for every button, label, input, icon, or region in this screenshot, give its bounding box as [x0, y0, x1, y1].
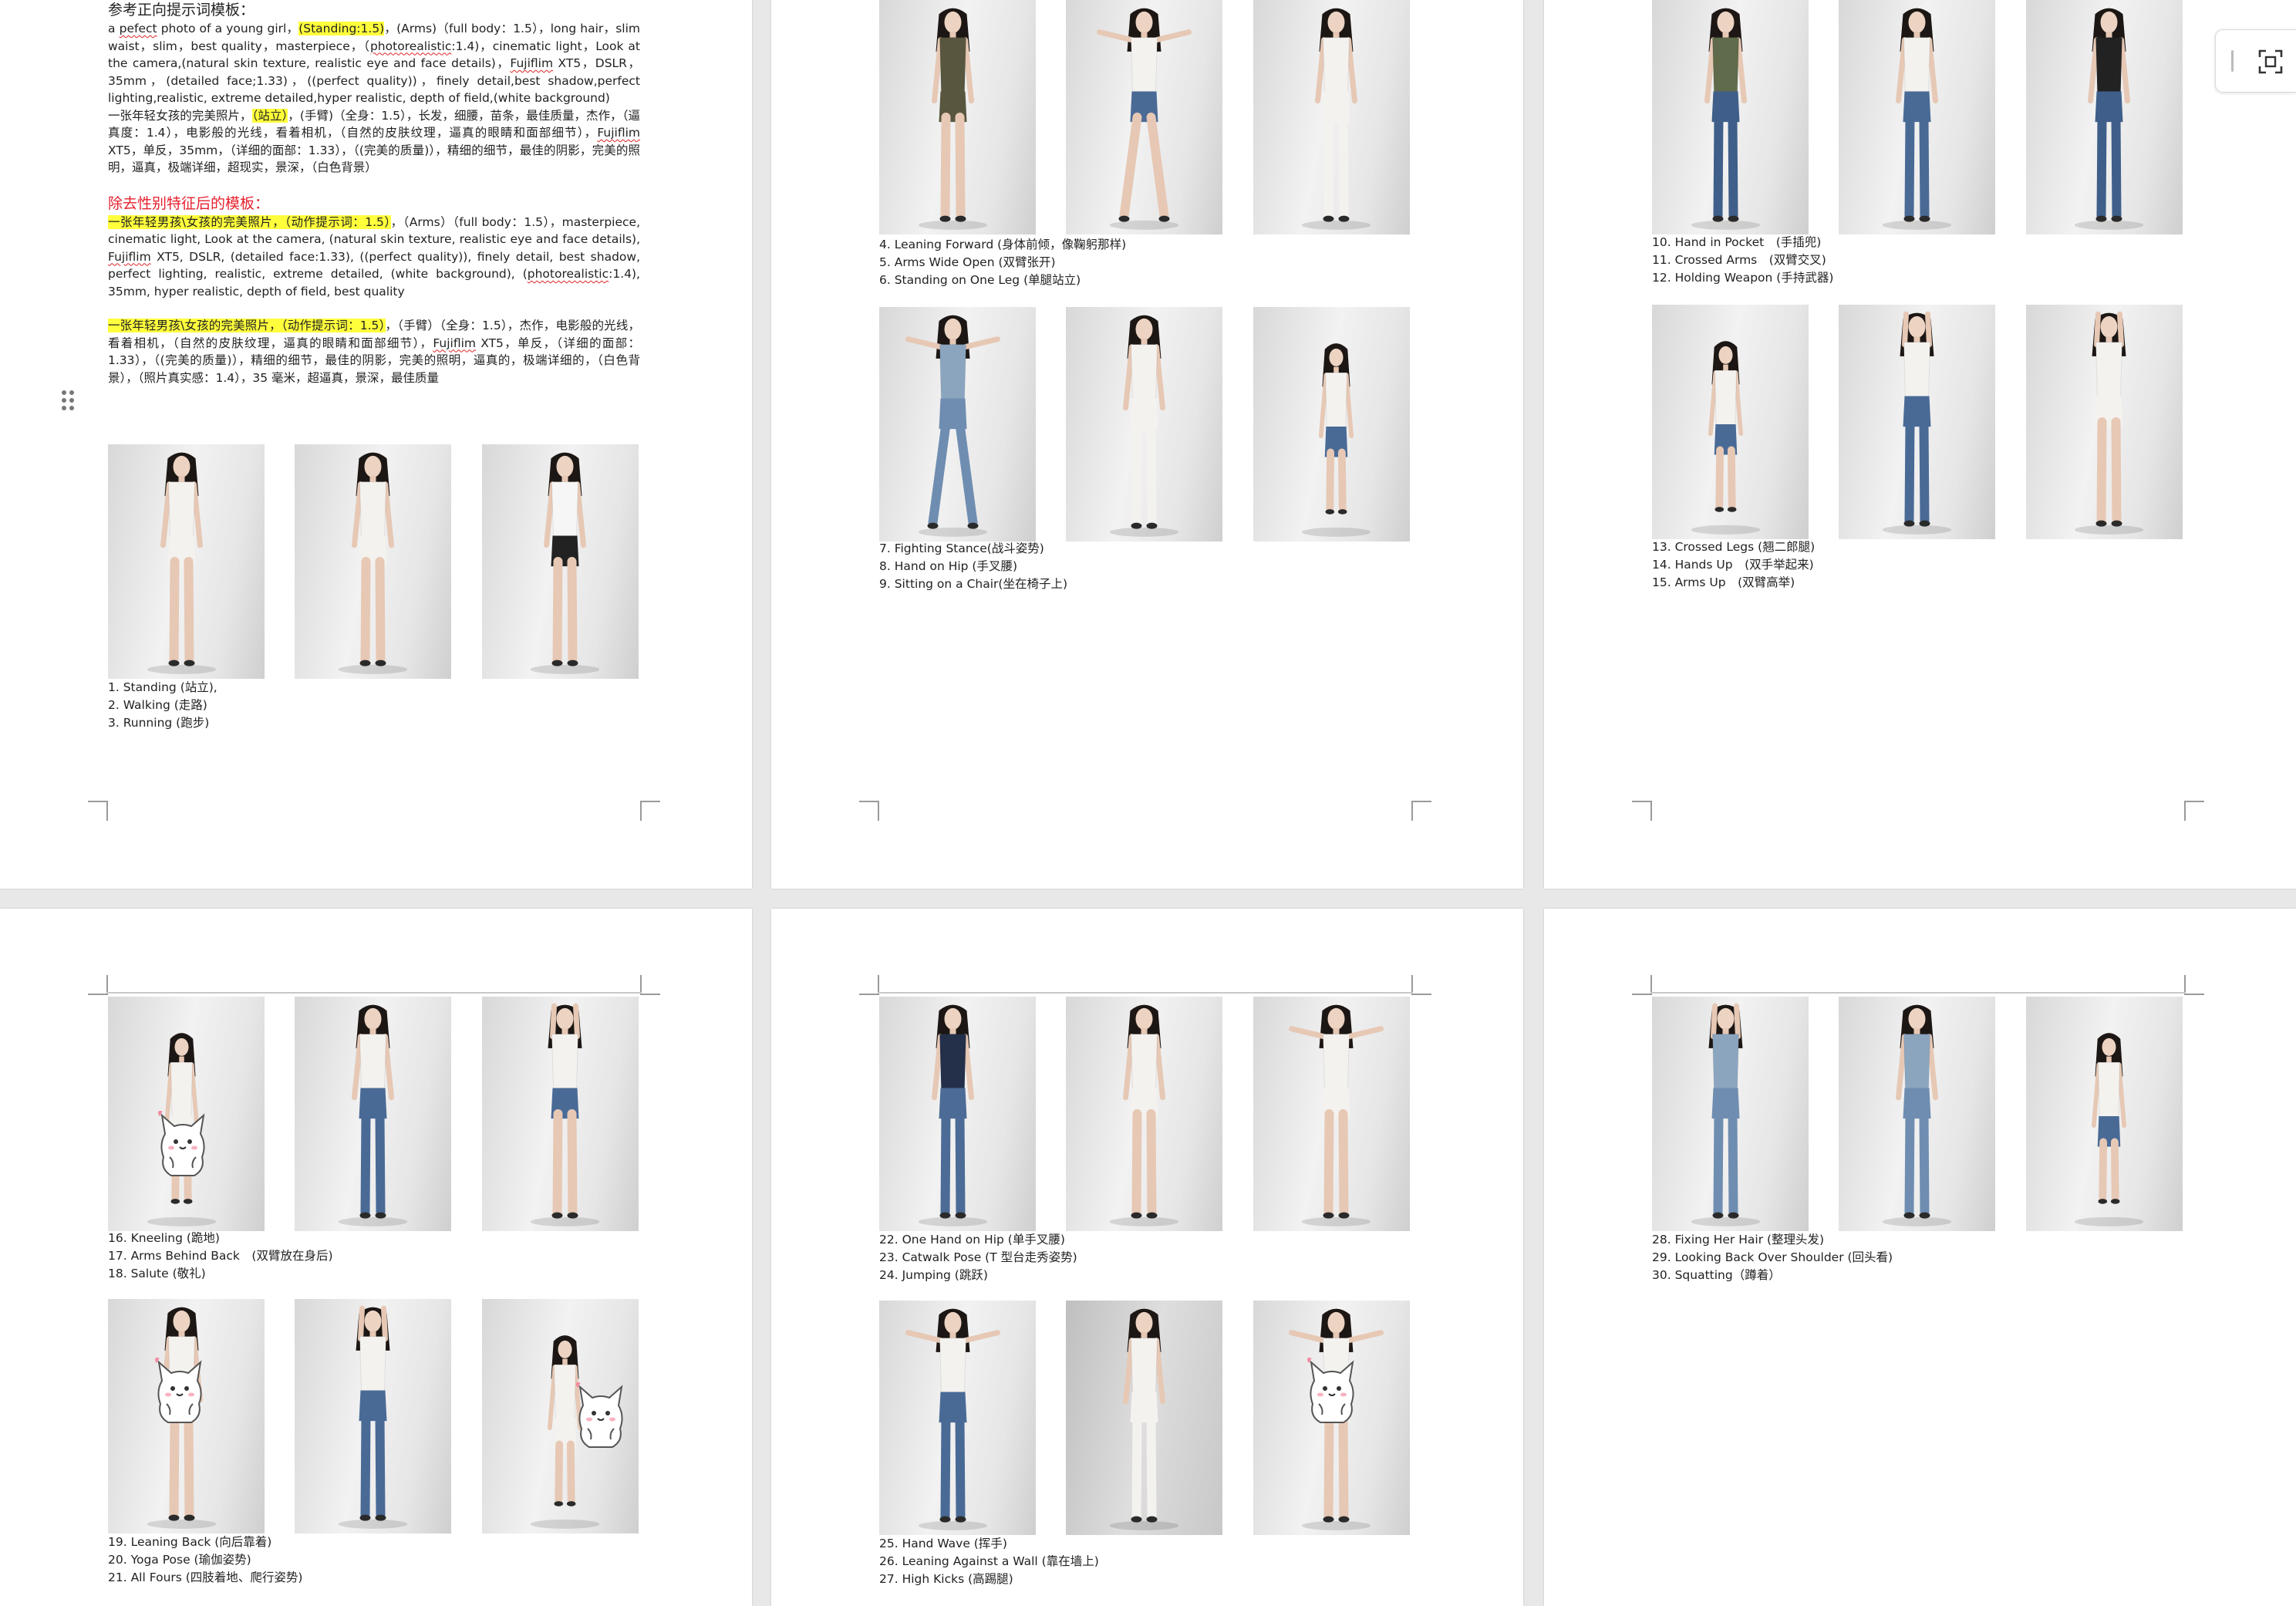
figure-illustration [1691, 341, 1761, 535]
margin-mark [640, 801, 660, 821]
cat-sticker-icon [575, 1382, 623, 1448]
photo-yoga-pose[interactable] [295, 1299, 451, 1533]
photo-leaning-forward[interactable] [879, 0, 1036, 234]
floating-toolbar [2215, 29, 2296, 93]
figure-illustration [905, 1308, 1000, 1530]
figure-illustration [1691, 8, 1761, 230]
figure-illustration [2074, 311, 2144, 535]
photo-squatting[interactable] [2026, 997, 2183, 1231]
page-5: 22. One Hand on Hip (单手叉腰) 23. Catwalk Po… [771, 909, 1523, 1606]
figure-illustration [1109, 1308, 1179, 1530]
margin-mark [859, 801, 879, 821]
chinese-positive-prompt: 一张年轻女孩的完美照片，（站立），(手臂)（全身：1.5），长发，细腰，苗条，最… [108, 108, 640, 174]
figure-illustration [1882, 311, 1952, 535]
english-neutral-prompt: 一张年轻男孩\女孩的完美照片，（动作提示词：1.5），（Arms）（full b… [108, 214, 640, 299]
figure-illustration [1289, 1004, 1384, 1226]
margin-mark [88, 801, 108, 821]
photo-looking-back[interactable] [1839, 997, 1995, 1231]
photo-hands-up[interactable] [1839, 305, 1995, 539]
figure-illustration [918, 8, 988, 230]
figure-illustration [1301, 343, 1371, 537]
header-line [1650, 992, 2186, 994]
prompt-text-block[interactable]: 参考正向提示词模板： a pefect photo of a young gir… [108, 0, 640, 386]
photo-salute[interactable] [482, 997, 639, 1231]
figure-illustration [338, 1004, 408, 1226]
figure-illustration [1109, 1004, 1179, 1226]
photo-hand-in-pocket[interactable] [1652, 0, 1809, 234]
figure-illustration [905, 315, 1000, 537]
cat-sticker-icon [157, 1111, 205, 1176]
margin-mark [2184, 975, 2204, 995]
margin-mark [88, 975, 108, 995]
neutral-template-title: 除去性别特征后的模板： [108, 194, 270, 212]
figure-illustration [530, 1003, 600, 1226]
photo-one-leg[interactable] [1253, 0, 1410, 234]
figure-illustration [1691, 1003, 1761, 1226]
caption-group-7: 19. Leaning Back (向后靠着) 20. Yoga Pose (瑜伽… [108, 1535, 303, 1584]
margin-mark [1632, 975, 1652, 995]
caption-group-6: 16. Kneeling (跪地) 17. Arms Behind Back (双… [108, 1231, 333, 1280]
photo-one-hand-on-hip[interactable] [879, 997, 1036, 1231]
photo-walking[interactable] [295, 444, 451, 679]
photo-hand-on-hip[interactable] [1066, 307, 1222, 542]
positive-template-title: 参考正向提示词模板： [108, 2, 255, 19]
cat-sticker-icon [154, 1358, 202, 1423]
caption-group-10: 28. Fixing Her Hair (整理头发) 29. Looking Ba… [1652, 1233, 1893, 1282]
photo-fixing-her-hair[interactable] [1652, 997, 1809, 1231]
margin-mark [859, 975, 879, 995]
photo-arms-behind-back[interactable] [295, 997, 451, 1231]
photo-catwalk-pose[interactable] [1066, 997, 1222, 1231]
drag-handle-icon[interactable] [60, 389, 76, 412]
header-line [106, 992, 642, 994]
page-3: 10. Hand in Pocket (手插兜) 11. Crossed Arms… [1544, 0, 2296, 889]
figure-illustration [2074, 1033, 2144, 1226]
figure-illustration [1109, 315, 1179, 537]
figure-illustration [1097, 8, 1192, 230]
figure-illustration [918, 1004, 988, 1226]
photo-holding-weapon[interactable] [2026, 0, 2183, 234]
photo-hand-wave[interactable] [879, 1301, 1036, 1535]
english-positive-prompt: a pefect photo of a young girl，(Standing… [108, 22, 640, 105]
photo-fighting-stance[interactable] [879, 307, 1036, 542]
photo-leaning-against-wall[interactable] [1066, 1301, 1222, 1535]
photo-arms-wide-open[interactable] [1066, 0, 1222, 234]
figure-illustration [338, 1305, 408, 1529]
page-1: 参考正向提示词模板： a pefect photo of a young gir… [0, 0, 752, 889]
margin-mark [1411, 975, 1431, 995]
figure-illustration [1301, 8, 1371, 230]
margin-mark [640, 975, 660, 995]
figure-illustration [530, 452, 600, 674]
page-2: 4. Leaning Forward (身体前倾，像鞠躬那样) 5. Arms W… [771, 0, 1523, 889]
toolbar-divider [2231, 50, 2234, 72]
caption-group-4: 10. Hand in Pocket (手插兜) 11. Crossed Arms… [1652, 235, 1834, 285]
figure-illustration [2074, 8, 2144, 230]
caption-group-1: 1. Standing (站立), 2. Walking (走路) 3. Runni… [108, 680, 217, 730]
caption-group-2: 4. Leaning Forward (身体前倾，像鞠躬那样) 5. Arms W… [879, 238, 1127, 287]
caption-group-3: 7. Fighting Stance(战斗姿势) 8. Hand on Hip (… [879, 542, 1067, 591]
caption-group-5: 13. Crossed Legs (翘二郎腿) 14. Hands Up (双手举… [1652, 540, 1816, 589]
margin-mark [1411, 801, 1431, 821]
photo-jumping[interactable] [1253, 997, 1410, 1231]
margin-mark [1632, 801, 1652, 821]
photo-arms-up[interactable] [2026, 305, 2183, 539]
chinese-neutral-prompt: 一张年轻男孩\女孩的完美照片，（动作提示词：1.5），（手臂）（全身：1.5），… [108, 319, 641, 385]
page-6: 28. Fixing Her Hair (整理头发) 29. Looking Ba… [1544, 909, 2296, 1606]
page-4: 16. Kneeling (跪地) 17. Arms Behind Back (双… [0, 909, 752, 1606]
photo-running[interactable] [482, 444, 639, 679]
screenshot-icon[interactable] [2257, 49, 2284, 75]
caption-group-9: 25. Hand Wave (挥手) 26. Leaning Against a … [879, 1537, 1099, 1586]
header-line [878, 992, 1413, 994]
photo-crossed-arms[interactable] [1839, 0, 1995, 234]
figure-illustration [1882, 8, 1952, 230]
figure-illustration [1882, 1004, 1952, 1226]
photo-standing[interactable] [108, 444, 265, 679]
caption-group-8: 22. One Hand on Hip (单手叉腰) 23. Catwalk Po… [879, 1233, 1077, 1282]
margin-mark [2184, 801, 2204, 821]
cat-sticker-icon [1306, 1358, 1354, 1423]
figure-illustration [338, 452, 408, 674]
photo-sitting-chair[interactable] [1253, 307, 1410, 542]
figure-illustration [147, 452, 217, 674]
photo-crossed-legs[interactable] [1652, 305, 1809, 539]
